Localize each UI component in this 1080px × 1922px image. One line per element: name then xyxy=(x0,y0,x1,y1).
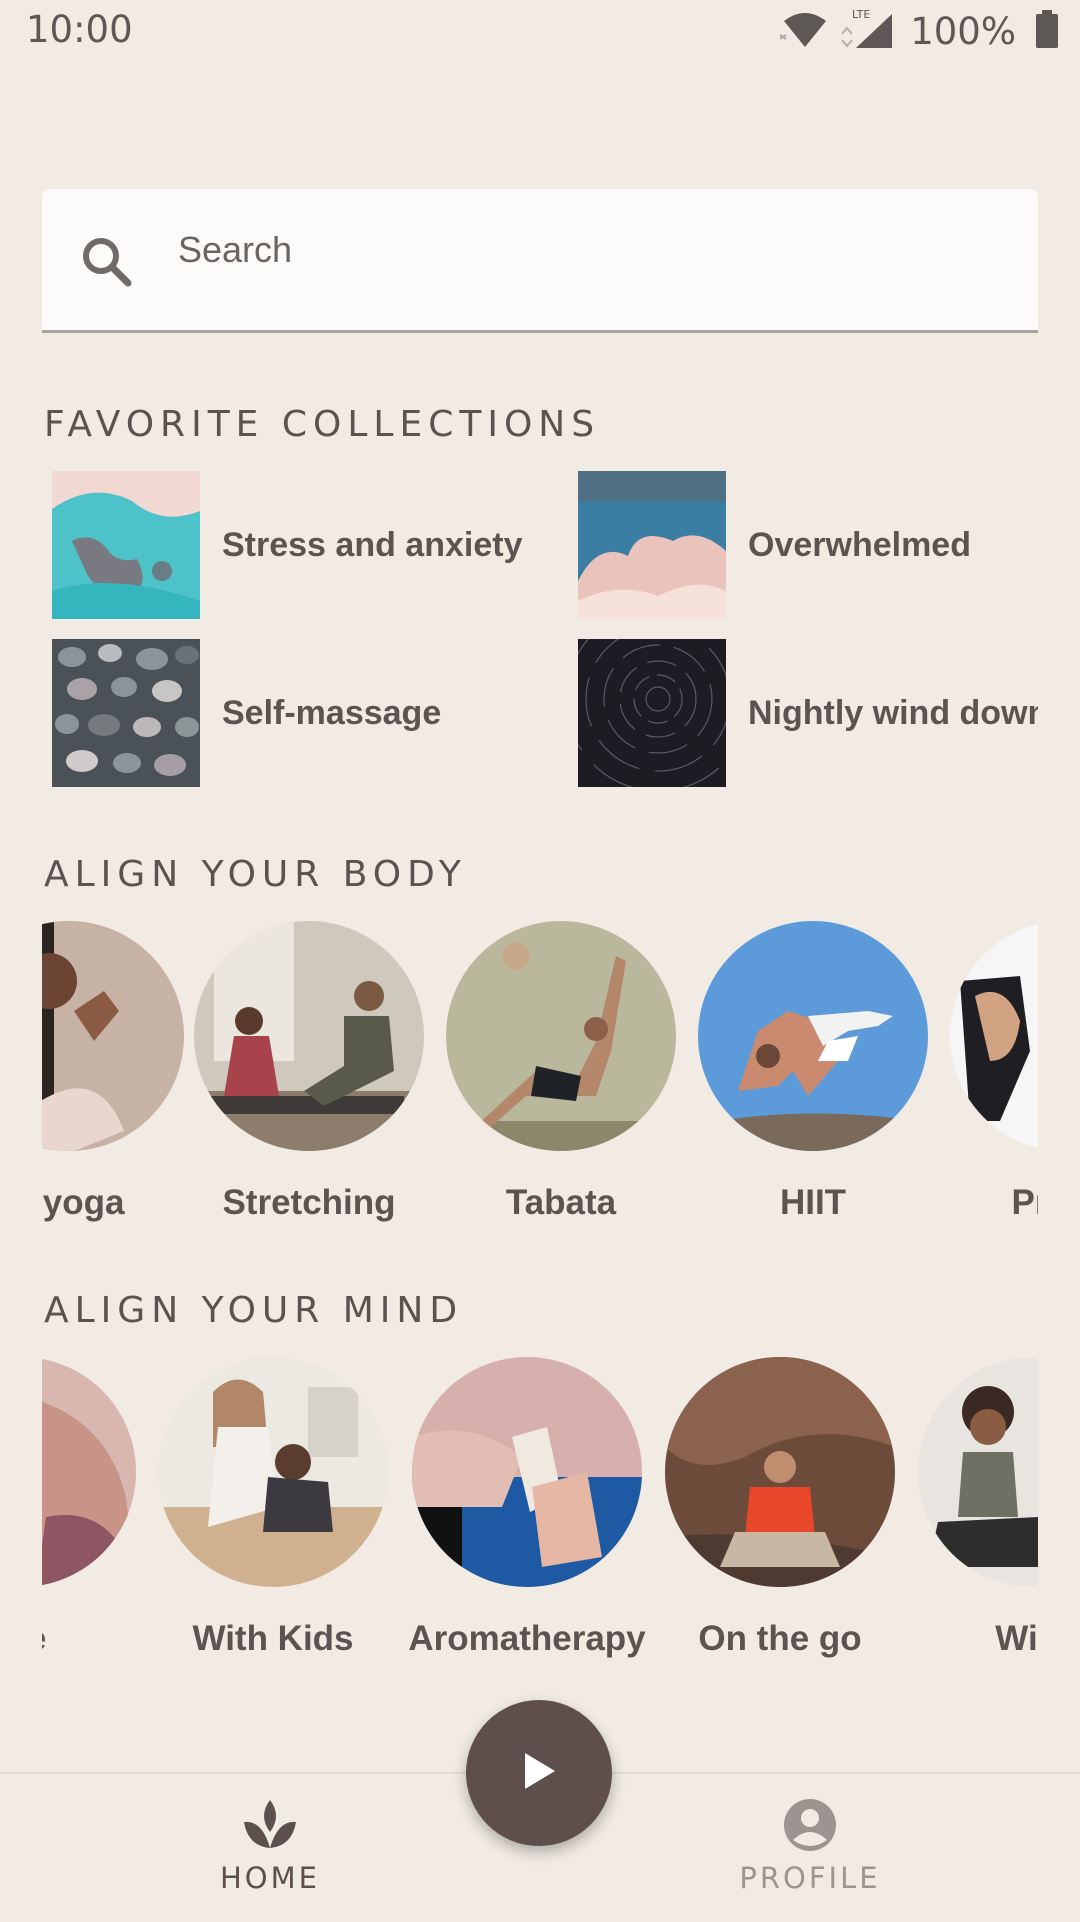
body-item-tabata[interactable]: Tabata xyxy=(446,921,676,1222)
body-item-pre-natal[interactable]: Pre na xyxy=(950,921,1038,1222)
nav-home[interactable]: HOME xyxy=(170,1798,370,1895)
lte-label: LTE xyxy=(852,8,870,21)
status-bar: 10:00 LTE 100% xyxy=(0,0,1080,60)
collection-nightly-wind-down[interactable]: Nightly wind down xyxy=(578,639,1038,787)
account-circle-icon xyxy=(783,1799,837,1856)
status-time: 10:00 xyxy=(26,8,133,51)
align-mind-carousel[interactable]: ate With Kids Aromatherapy xyxy=(42,1357,1038,1687)
play-button[interactable] xyxy=(466,1700,612,1846)
wifi-icon xyxy=(779,9,830,54)
search-placeholder: Search xyxy=(178,229,293,270)
item-image xyxy=(918,1357,1038,1587)
collection-label: Stress and anxiety xyxy=(222,525,523,564)
favorite-collections-title: FAVORITE COLLECTIONS xyxy=(44,404,601,445)
mind-item-meditate[interactable]: ate xyxy=(42,1357,136,1658)
item-image xyxy=(446,921,676,1151)
item-image xyxy=(665,1357,895,1587)
align-body-title: ALIGN YOUR BODY xyxy=(44,854,467,895)
body-item-hiit[interactable]: HIIT xyxy=(698,921,928,1222)
battery-icon xyxy=(1036,9,1058,53)
collection-label: Nightly wind down xyxy=(748,693,1038,732)
collection-thumbnail xyxy=(578,471,726,619)
item-image xyxy=(194,921,424,1151)
item-image xyxy=(42,1357,136,1587)
nav-profile-label: PROFILE xyxy=(739,1861,881,1895)
item-image xyxy=(412,1357,642,1587)
item-image xyxy=(42,921,184,1151)
collection-thumbnail xyxy=(578,639,726,787)
item-caption: Pre na xyxy=(1011,1183,1039,1222)
collection-self-massage[interactable]: Self-massage xyxy=(52,639,441,787)
item-image xyxy=(950,921,1038,1151)
align-mind-title: ALIGN YOUR MIND xyxy=(44,1290,464,1331)
mind-item-aromatherapy[interactable]: Aromatherapy xyxy=(408,1357,646,1658)
mind-item-with[interactable]: With xyxy=(918,1357,1038,1658)
search-field[interactable]: Search xyxy=(42,189,1038,333)
nav-home-label: HOME xyxy=(220,1861,320,1895)
collection-stress-and-anxiety[interactable]: Stress and anxiety xyxy=(52,471,522,619)
battery-percent: 100% xyxy=(910,9,1016,53)
nav-profile[interactable]: PROFILE xyxy=(710,1798,910,1895)
collection-label: Self-massage xyxy=(222,693,442,732)
mind-item-with-kids[interactable]: With Kids xyxy=(158,1357,388,1658)
item-image xyxy=(158,1357,388,1587)
status-icons: LTE 100% xyxy=(770,8,1058,54)
mind-item-on-the-go[interactable]: On the go xyxy=(665,1357,895,1658)
collection-label: Overwhelmed xyxy=(748,525,971,564)
search-icon xyxy=(80,235,134,294)
collection-thumbnail xyxy=(52,471,200,619)
play-icon xyxy=(521,1751,557,1796)
align-body-carousel[interactable]: k yoga Stretching Tabata xyxy=(42,921,1038,1251)
lotus-icon xyxy=(240,1800,300,1856)
collection-overwhelmed[interactable]: Overwhelmed xyxy=(578,471,971,619)
body-item-stretching[interactable]: Stretching xyxy=(194,921,424,1222)
cell-signal-icon: LTE xyxy=(840,8,896,55)
body-item-quick-yoga[interactable]: k yoga xyxy=(42,921,184,1222)
item-image xyxy=(698,921,928,1151)
collection-thumbnail xyxy=(52,639,200,787)
item-caption: With xyxy=(995,1619,1038,1658)
